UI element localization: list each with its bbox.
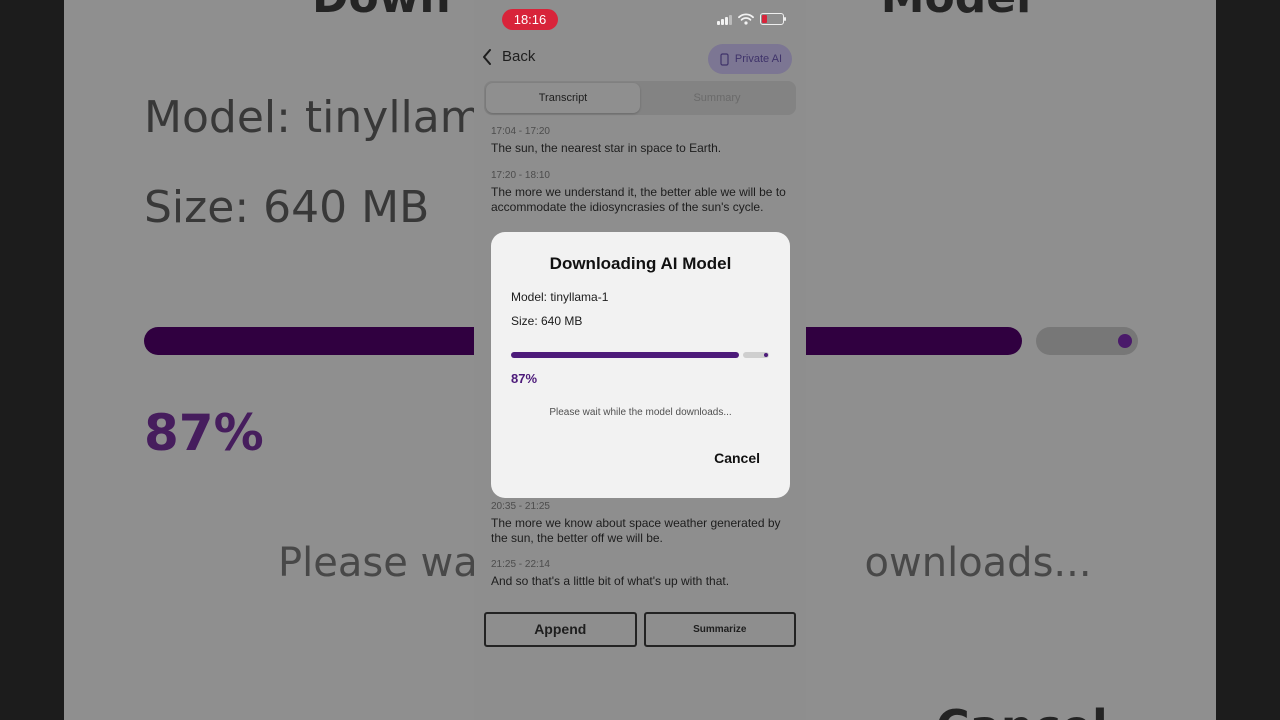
model-name-text: Model: tinyllama-1 [511,290,609,304]
chevron-left-icon [483,48,491,65]
wifi-icon [738,13,754,25]
cellular-signal-icon [717,14,732,25]
progress-percent: 87% [511,371,538,386]
summarize-button[interactable]: Summarize [643,612,796,647]
transcript-segment: 21:25 - 22:14 And so that's a little bit… [491,559,787,589]
bg-model-text: Model: tinyllama [144,92,510,143]
view-tabs: Transcript Summary [484,81,796,115]
bg-cancel-text: Cancel [936,700,1108,720]
segment-text: The sun, the nearest star in space to Ea… [491,141,722,155]
back-button[interactable]: Back [482,48,535,65]
download-dialog: Downloading AI Model Model: tinyllama-1 … [491,232,790,498]
segment-time: 21:25 - 22:14 [491,559,550,570]
phone-icon [720,52,729,66]
status-time: 18:16 [502,9,558,30]
bottom-actions: Append Summarize [484,612,796,647]
battery-icon [760,13,786,25]
segment-text: The more we know about space weather gen… [491,516,781,545]
segment-time: 17:20 - 18:10 [491,170,550,181]
tab-summary[interactable]: Summary [640,83,794,113]
segment-text: And so that's a little bit of what's up … [491,574,730,588]
tab-transcript[interactable]: Transcript [486,83,640,113]
bg-percent-text: 87% [144,404,264,462]
private-ai-button[interactable]: Private AI [707,44,792,74]
segment-time: 20:35 - 21:25 [491,501,550,512]
status-bar: 18:16 [474,0,806,40]
segment-text: The more we understand it, the better ab… [491,185,786,214]
bg-size-text: Size: 640 MB [144,182,430,233]
status-icons [717,13,786,25]
private-ai-label: Private AI [734,53,782,65]
back-label: Back [502,48,536,65]
transcript-segment: 17:20 - 18:10 The more we understand it,… [491,170,787,214]
wait-message: Please wait while the model downloads... [549,407,732,418]
dialog-title: Downloading AI Model [549,254,732,273]
cancel-button[interactable]: Cancel [714,450,760,466]
segment-time: 17:04 - 17:20 [491,126,550,137]
download-progress-bar [511,351,769,359]
model-size-text: Size: 640 MB [511,314,583,328]
bg-progress-dot [1118,334,1132,348]
top-bar: Back Private AI [474,42,806,76]
transcript-segment: 17:04 - 17:20 The sun, the nearest star … [491,126,787,156]
progress-fill [511,352,739,358]
transcript-segment: 20:35 - 21:25 The more we know about spa… [491,501,787,545]
append-button[interactable]: Append [484,612,637,647]
progress-end-dot [764,353,768,357]
battery-level [762,15,767,23]
